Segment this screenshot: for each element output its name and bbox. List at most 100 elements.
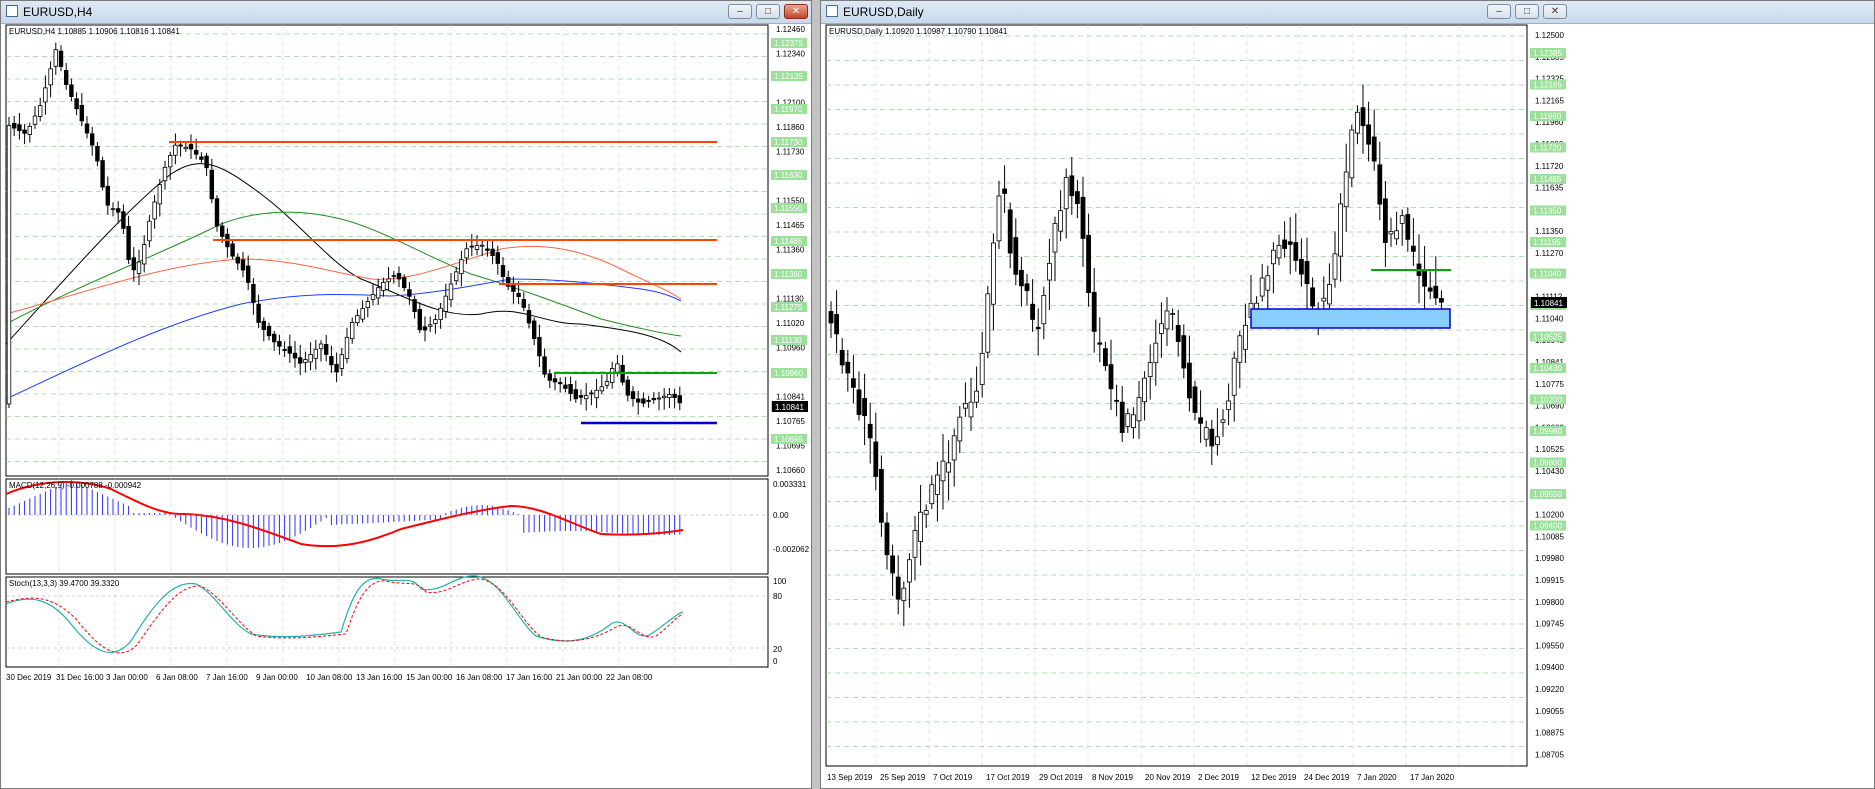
minimize-button[interactable]: – (1487, 4, 1511, 19)
price-axis-tick: 1.09220 (1535, 685, 1564, 694)
price-axis-tick: 1.09400 (1535, 663, 1564, 672)
candle-body (1153, 342, 1159, 364)
candle-body (110, 208, 116, 211)
candle-body (845, 361, 851, 374)
candle-body (979, 353, 985, 385)
time-axis-label: 7 Oct 2019 (933, 773, 973, 782)
candle-body (1293, 242, 1299, 261)
candle-body (204, 155, 209, 168)
price-axis-tick: 1.10430 (1535, 467, 1564, 476)
candle-body (558, 382, 563, 385)
candle-body (918, 511, 923, 542)
time-axis-label: 15 Jan 00:00 (406, 673, 453, 682)
candle-body (219, 225, 225, 237)
daily-chart-area[interactable]: EURUSD,Daily 1.10920 1.10987 1.10790 1.1… (821, 24, 1874, 789)
candle-body (656, 397, 662, 400)
candle-body (890, 555, 895, 574)
candle-body (245, 265, 251, 283)
candle-body (1074, 191, 1080, 205)
candle-body (412, 299, 417, 312)
candle-body (1231, 357, 1237, 396)
candle-body (1310, 287, 1316, 307)
candle-body (251, 283, 256, 303)
candle-body (157, 184, 162, 205)
candle-body (1433, 285, 1439, 299)
candle-body (318, 343, 324, 350)
time-axis-label: 17 Jan 16:00 (506, 673, 553, 682)
candle-body (594, 389, 599, 399)
stoch-axis-tick: 0 (773, 657, 778, 666)
price-axis-tick: 1.11350 (1535, 227, 1564, 236)
candle-body (1237, 335, 1243, 363)
candle-body (1338, 203, 1343, 257)
candle-body (1326, 284, 1332, 305)
chart-window-h4: EURUSD,H4 – □ ✕ EURUSD,H4 1.10885 1.1090… (0, 0, 812, 789)
price-axis-tick: 1.08705 (1535, 750, 1564, 759)
candle-body (235, 256, 240, 264)
price-axis-tick: 1.11270 (1535, 249, 1564, 258)
minimize-button[interactable]: – (728, 4, 752, 19)
candle-body (1091, 291, 1097, 332)
candle-body (1388, 230, 1394, 235)
time-axis-label: 31 Dec 16:00 (56, 673, 104, 682)
level-tag: 1.10960 (774, 369, 803, 378)
candle-body (79, 104, 84, 122)
candle-body (199, 156, 204, 160)
candle-body (292, 352, 298, 359)
candle-body (401, 277, 407, 289)
candle-body (141, 244, 147, 265)
candle-body (1220, 419, 1226, 423)
window-titlebar[interactable]: EURUSD,H4 – □ ✕ (1, 1, 811, 24)
candle-body (985, 293, 991, 353)
close-button[interactable]: ✕ (1543, 4, 1567, 19)
candle-body (1170, 313, 1176, 315)
window-titlebar[interactable]: EURUSD,Daily – □ ✕ (821, 1, 1874, 24)
candle-body (422, 326, 428, 331)
candle-body (1069, 175, 1075, 197)
candle-body (22, 129, 27, 134)
candle-body (1063, 177, 1069, 210)
h4-chart-area[interactable]: EURUSD,H4 1.10885 1.10906 1.10816 1.1084… (1, 24, 811, 789)
candle-body (287, 346, 292, 354)
candle-body (895, 576, 901, 600)
candle-body (90, 133, 95, 146)
candle-body (1013, 237, 1019, 275)
time-axis-label: 16 Jan 08:00 (456, 673, 503, 682)
candle-body (1086, 234, 1092, 294)
candle-body (313, 348, 318, 359)
price-axis-tick: 1.09800 (1535, 598, 1564, 607)
level-tag: 1.11730 (774, 138, 803, 147)
level-tag: 1.11970 (774, 105, 803, 114)
candle-body (360, 308, 365, 320)
candle-body (230, 243, 235, 257)
maximize-button[interactable]: □ (756, 4, 780, 19)
candle-body (526, 310, 532, 324)
close-button[interactable]: ✕ (784, 4, 808, 19)
candle-body (625, 379, 630, 396)
level-tag: 1.10695 (774, 435, 803, 444)
support-zone[interactable] (1250, 308, 1451, 329)
candle-body (334, 363, 339, 373)
candle-body (1214, 436, 1220, 445)
price-axis-tick: 1.09745 (1535, 620, 1564, 629)
candle-body (131, 257, 136, 271)
candle-body (1164, 310, 1170, 330)
maximize-button[interactable]: □ (1515, 4, 1539, 19)
level-tag: 1.11275 (774, 303, 803, 312)
price-axis-tick: 1.11040 (1535, 314, 1564, 323)
candle-body (610, 368, 615, 383)
level-tag: 1.11350 (1533, 207, 1562, 216)
stoch-axis-tick: 80 (773, 592, 782, 601)
candle-body (1383, 198, 1388, 243)
candle-body (1046, 262, 1052, 281)
candle-body (1405, 214, 1411, 240)
candle-body (951, 435, 957, 461)
candle-body (271, 333, 277, 343)
candle-body (1175, 324, 1181, 342)
candle-body (417, 308, 422, 331)
price-axis-tick: 1.12460 (776, 25, 805, 34)
candle-body (1355, 111, 1360, 134)
candle-body (500, 265, 506, 277)
price-axis-tick: 1.10200 (1535, 511, 1564, 520)
candle-body (867, 423, 873, 439)
